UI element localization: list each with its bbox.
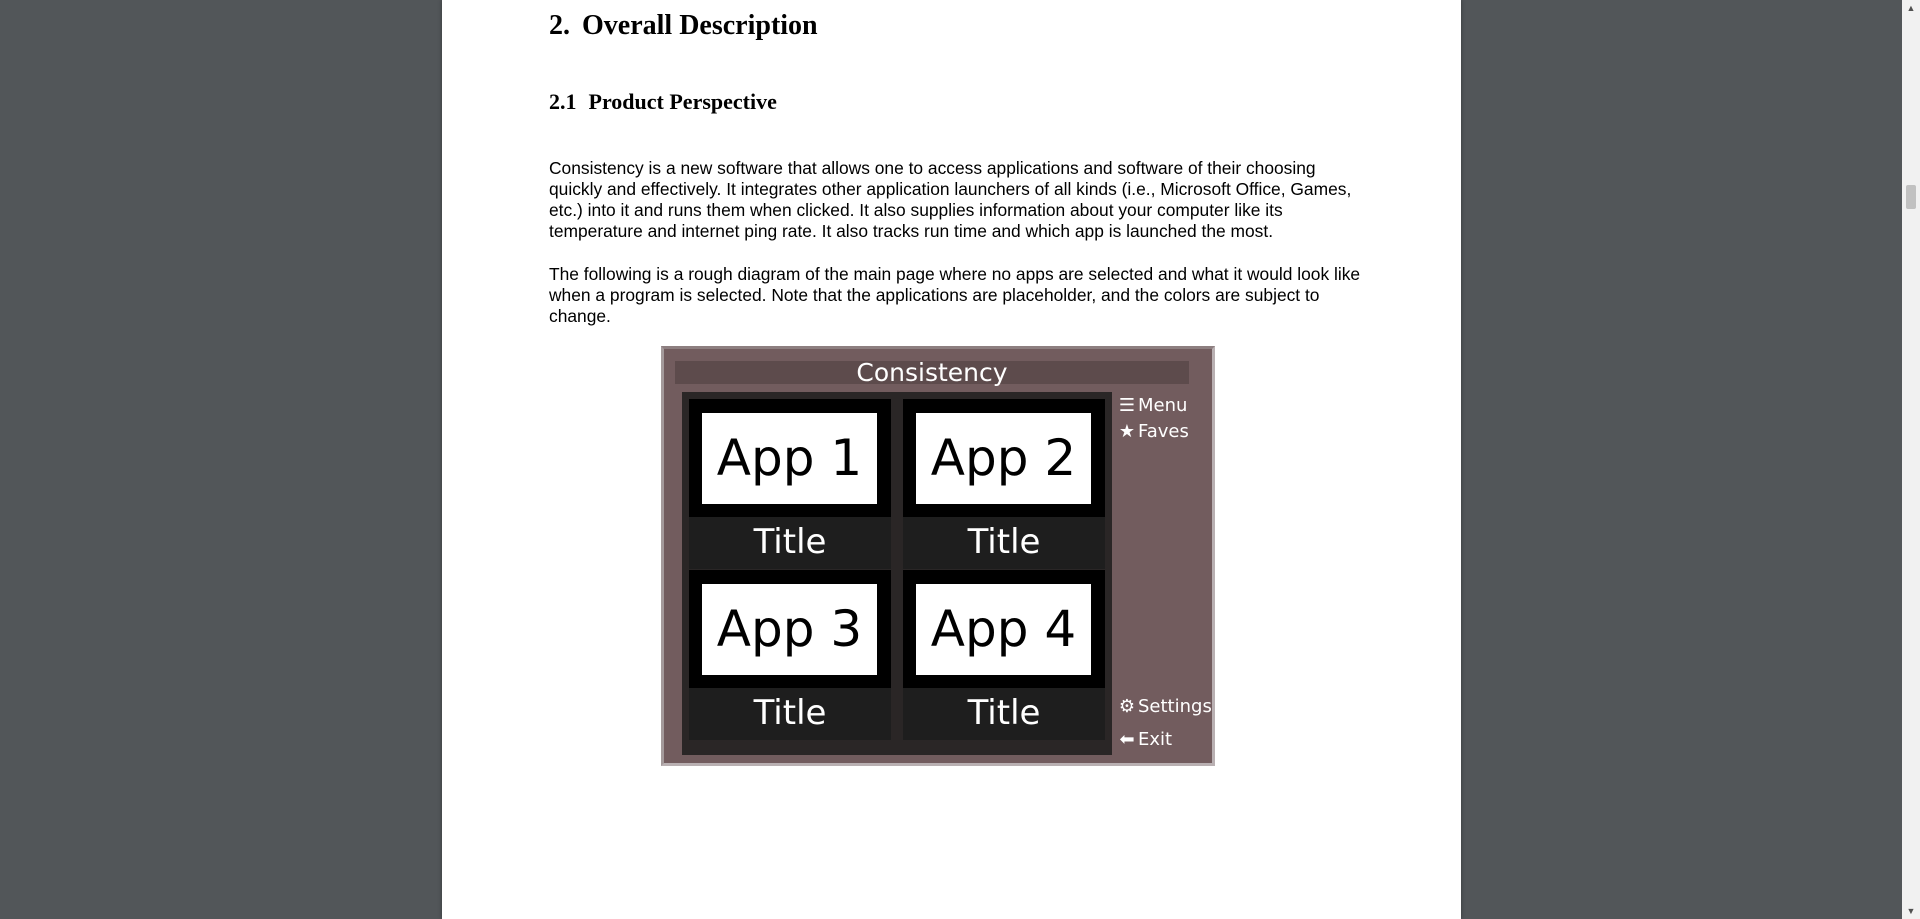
section-title: Overall Description <box>582 10 818 41</box>
sidebar-exit-label: Exit <box>1138 729 1173 750</box>
pdf-viewer: 2. Overall Description 2.1 Product Perspec… <box>0 0 1920 919</box>
sidebar-exit-button[interactable]: ⬅ Exit <box>1117 729 1172 751</box>
subsection-number: 2.1 <box>549 89 577 114</box>
app-mockup-figure: Consistency App 1 Title App 2 Title App … <box>661 346 1215 766</box>
gear-icon: ⚙ <box>1118 696 1136 717</box>
app-tile: App 3 Title <box>689 570 891 740</box>
app-tile-button[interactable]: App 1 <box>702 413 877 504</box>
sidebar-faves-label: Faves <box>1138 421 1189 442</box>
app-tile-title: Title <box>967 522 1041 562</box>
document-page: 2. Overall Description 2.1 Product Perspec… <box>442 0 1461 919</box>
menu-icon: ☰ <box>1118 395 1136 416</box>
scrollbar-thumb[interactable] <box>1906 185 1916 209</box>
paragraph-intro: Consistency is a new software that allow… <box>549 158 1352 242</box>
app-tile-button[interactable]: App 3 <box>702 584 877 675</box>
app-tile-button[interactable]: App 2 <box>916 413 1091 504</box>
app-tile-title: Title <box>967 693 1041 733</box>
app-grid: App 1 Title App 2 Title App 3 Title App … <box>682 392 1112 755</box>
sidebar-menu-button[interactable]: ☰ Menu <box>1117 395 1188 417</box>
subsection-title: Product Perspective <box>588 89 777 114</box>
app-tile: App 4 Title <box>903 570 1105 740</box>
scroll-down-icon[interactable]: ▼ <box>1902 903 1920 919</box>
section-heading: 2. Overall Description <box>549 10 818 42</box>
mockup-title: Consistency <box>675 360 1189 385</box>
app-tile-frame: App 3 <box>689 570 891 688</box>
sidebar-settings-button[interactable]: ⚙ Settings <box>1117 696 1212 718</box>
app-tile-button[interactable]: App 4 <box>916 584 1091 675</box>
app-tile: App 2 Title <box>903 399 1105 569</box>
app-tile: App 1 Title <box>689 399 891 569</box>
subsection-heading: 2.1 Product Perspective <box>549 89 777 115</box>
star-icon: ★ <box>1118 421 1136 442</box>
vertical-scrollbar[interactable]: ▲ ▼ <box>1902 0 1920 919</box>
sidebar-settings-label: Settings <box>1138 696 1212 717</box>
app-tile-title: Title <box>753 522 827 562</box>
section-number: 2. <box>549 10 570 41</box>
arrow-left-icon: ⬅ <box>1119 729 1135 750</box>
sidebar-menu-label: Menu <box>1138 395 1188 416</box>
app-tile-frame: App 2 <box>903 399 1105 517</box>
sidebar-faves-button[interactable]: ★ Faves <box>1117 421 1189 443</box>
app-tile-title: Title <box>753 693 827 733</box>
app-tile-frame: App 1 <box>689 399 891 517</box>
paragraph-diagram-note: The following is a rough diagram of the … <box>549 264 1361 327</box>
scroll-up-icon[interactable]: ▲ <box>1902 0 1920 16</box>
app-tile-frame: App 4 <box>903 570 1105 688</box>
